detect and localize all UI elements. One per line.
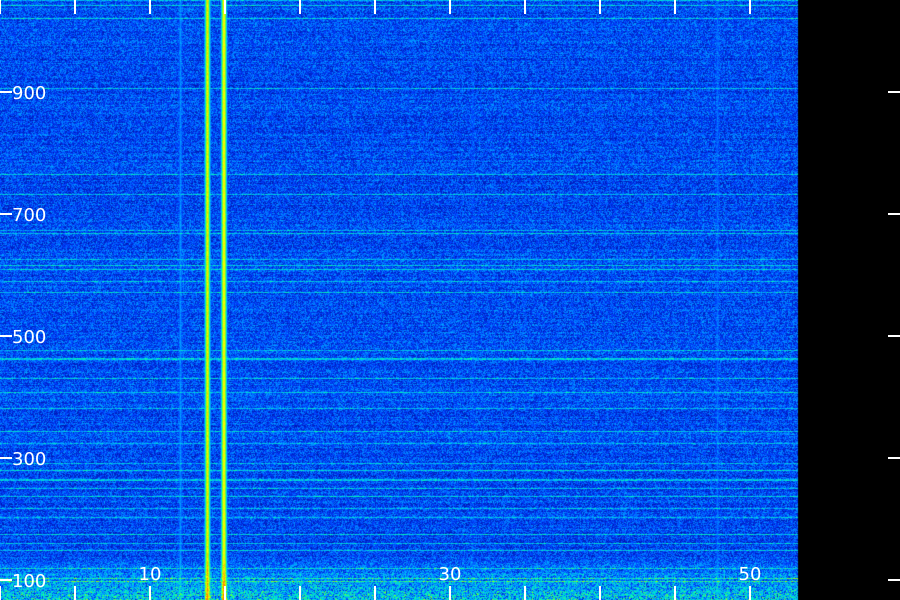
y-tick-label: 500 xyxy=(12,327,46,348)
x-tick-label: 10 xyxy=(139,564,162,585)
x-axis-ticks xyxy=(0,0,751,600)
y-axis-labels: 900 700 500 300 100 xyxy=(12,83,46,592)
y-tick-label: 100 xyxy=(12,571,46,592)
y-tick-label: 900 xyxy=(12,83,46,104)
y-axis-ticks xyxy=(0,91,900,581)
x-tick-label: 50 xyxy=(739,564,762,585)
y-tick-label: 700 xyxy=(12,205,46,226)
y-tick-label: 300 xyxy=(12,449,46,470)
x-axis-labels: 10 30 50 xyxy=(139,564,762,585)
axis-overlay: 10 30 50 900 700 500 300 100 xyxy=(0,0,900,600)
x-tick-label: 30 xyxy=(439,564,462,585)
spectrogram-chart: 10 30 50 900 700 500 300 100 xyxy=(0,0,900,600)
